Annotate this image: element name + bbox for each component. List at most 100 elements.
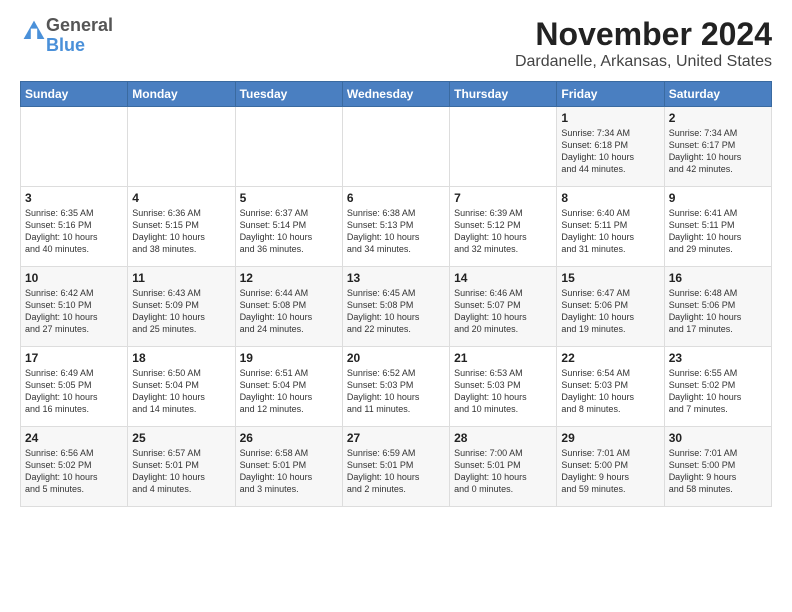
day-info: Sunrise: 6:53 AM Sunset: 5:03 PM Dayligh…	[454, 367, 552, 416]
day-info: Sunrise: 6:47 AM Sunset: 5:06 PM Dayligh…	[561, 287, 659, 336]
month-title: November 2024	[515, 16, 772, 53]
day-cell	[21, 107, 128, 187]
day-number: 30	[669, 431, 767, 445]
day-info: Sunrise: 7:34 AM Sunset: 6:17 PM Dayligh…	[669, 127, 767, 176]
day-info: Sunrise: 7:01 AM Sunset: 5:00 PM Dayligh…	[561, 447, 659, 496]
day-number: 9	[669, 191, 767, 205]
day-cell: 2 Sunrise: 7:34 AM Sunset: 6:17 PM Daylig…	[664, 107, 771, 187]
day-cell: 7Sunrise: 6:39 AM Sunset: 5:12 PM Daylig…	[450, 187, 557, 267]
day-info: Sunrise: 6:52 AM Sunset: 5:03 PM Dayligh…	[347, 367, 445, 416]
day-cell: 21 Sunrise: 6:53 AM Sunset: 5:03 PM Dayli…	[450, 347, 557, 427]
calendar-table: SundayMondayTuesdayWednesdayThursdayFrid…	[20, 81, 772, 507]
day-info: Sunrise: 7:00 AM Sunset: 5:01 PM Dayligh…	[454, 447, 552, 496]
column-header-sunday: Sunday	[21, 82, 128, 107]
day-cell: 22 Sunrise: 6:54 AM Sunset: 5:03 PM Dayli…	[557, 347, 664, 427]
day-number: 23	[669, 351, 767, 365]
day-number: 29	[561, 431, 659, 445]
day-number: 5	[240, 191, 338, 205]
day-cell: 25 Sunrise: 6:57 AM Sunset: 5:01 PM Dayli…	[128, 427, 235, 507]
title-block: November 2024 Dardanelle, Arkansas, Unit…	[515, 16, 772, 71]
day-cell: 30 Sunrise: 7:01 AM Sunset: 5:00 PM Dayli…	[664, 427, 771, 507]
day-number: 21	[454, 351, 552, 365]
week-row-3: 10Sunrise: 6:42 AM Sunset: 5:10 PM Dayli…	[21, 267, 772, 347]
day-number: 27	[347, 431, 445, 445]
day-info: Sunrise: 6:44 AM Sunset: 5:08 PM Dayligh…	[240, 287, 338, 336]
day-cell: 13Sunrise: 6:45 AM Sunset: 5:08 PM Dayli…	[342, 267, 449, 347]
day-info: Sunrise: 6:45 AM Sunset: 5:08 PM Dayligh…	[347, 287, 445, 336]
day-number: 16	[669, 271, 767, 285]
day-number: 14	[454, 271, 552, 285]
day-info: Sunrise: 6:37 AM Sunset: 5:14 PM Dayligh…	[240, 207, 338, 256]
day-info: Sunrise: 6:56 AM Sunset: 5:02 PM Dayligh…	[25, 447, 123, 496]
column-header-tuesday: Tuesday	[235, 82, 342, 107]
header-row: SundayMondayTuesdayWednesdayThursdayFrid…	[21, 82, 772, 107]
day-number: 19	[240, 351, 338, 365]
day-info: Sunrise: 6:40 AM Sunset: 5:11 PM Dayligh…	[561, 207, 659, 256]
day-cell: 14Sunrise: 6:46 AM Sunset: 5:07 PM Dayli…	[450, 267, 557, 347]
logo-blue: Blue	[46, 35, 85, 55]
logo-text: General Blue	[46, 16, 113, 56]
day-info: Sunrise: 6:57 AM Sunset: 5:01 PM Dayligh…	[132, 447, 230, 496]
day-cell: 3 Sunrise: 6:35 AM Sunset: 5:16 PM Daylig…	[21, 187, 128, 267]
day-cell: 18 Sunrise: 6:50 AM Sunset: 5:04 PM Dayli…	[128, 347, 235, 427]
day-number: 18	[132, 351, 230, 365]
day-number: 2	[669, 111, 767, 125]
week-row-4: 17 Sunrise: 6:49 AM Sunset: 5:05 PM Dayli…	[21, 347, 772, 427]
day-cell: 29 Sunrise: 7:01 AM Sunset: 5:00 PM Dayli…	[557, 427, 664, 507]
day-info: Sunrise: 6:42 AM Sunset: 5:10 PM Dayligh…	[25, 287, 123, 336]
day-info: Sunrise: 6:50 AM Sunset: 5:04 PM Dayligh…	[132, 367, 230, 416]
day-cell: 23Sunrise: 6:55 AM Sunset: 5:02 PM Dayli…	[664, 347, 771, 427]
day-info: Sunrise: 6:49 AM Sunset: 5:05 PM Dayligh…	[25, 367, 123, 416]
day-cell: 10Sunrise: 6:42 AM Sunset: 5:10 PM Dayli…	[21, 267, 128, 347]
day-cell: 11 Sunrise: 6:43 AM Sunset: 5:09 PM Dayli…	[128, 267, 235, 347]
day-info: Sunrise: 6:38 AM Sunset: 5:13 PM Dayligh…	[347, 207, 445, 256]
day-number: 20	[347, 351, 445, 365]
day-info: Sunrise: 7:34 AM Sunset: 6:18 PM Dayligh…	[561, 127, 659, 176]
column-header-thursday: Thursday	[450, 82, 557, 107]
day-number: 8	[561, 191, 659, 205]
day-info: Sunrise: 6:41 AM Sunset: 5:11 PM Dayligh…	[669, 207, 767, 256]
location: Dardanelle, Arkansas, United States	[515, 53, 772, 71]
logo-general: General	[46, 15, 113, 35]
column-header-monday: Monday	[128, 82, 235, 107]
day-number: 25	[132, 431, 230, 445]
day-cell	[128, 107, 235, 187]
header: General Blue November 2024 Dardanelle, A…	[20, 16, 772, 71]
day-cell: 28Sunrise: 7:00 AM Sunset: 5:01 PM Dayli…	[450, 427, 557, 507]
column-header-friday: Friday	[557, 82, 664, 107]
day-cell: 27 Sunrise: 6:59 AM Sunset: 5:01 PM Dayli…	[342, 427, 449, 507]
day-cell	[342, 107, 449, 187]
day-cell: 6 Sunrise: 6:38 AM Sunset: 5:13 PM Daylig…	[342, 187, 449, 267]
day-cell: 12 Sunrise: 6:44 AM Sunset: 5:08 PM Dayli…	[235, 267, 342, 347]
day-number: 24	[25, 431, 123, 445]
day-cell: 24 Sunrise: 6:56 AM Sunset: 5:02 PM Dayli…	[21, 427, 128, 507]
day-number: 22	[561, 351, 659, 365]
logo: General Blue	[20, 16, 113, 56]
day-info: Sunrise: 6:51 AM Sunset: 5:04 PM Dayligh…	[240, 367, 338, 416]
day-number: 11	[132, 271, 230, 285]
column-header-wednesday: Wednesday	[342, 82, 449, 107]
day-number: 17	[25, 351, 123, 365]
day-info: Sunrise: 6:36 AM Sunset: 5:15 PM Dayligh…	[132, 207, 230, 256]
logo-icon	[22, 19, 46, 43]
day-cell	[235, 107, 342, 187]
day-info: Sunrise: 6:59 AM Sunset: 5:01 PM Dayligh…	[347, 447, 445, 496]
day-info: Sunrise: 6:48 AM Sunset: 5:06 PM Dayligh…	[669, 287, 767, 336]
day-info: Sunrise: 6:39 AM Sunset: 5:12 PM Dayligh…	[454, 207, 552, 256]
day-info: Sunrise: 6:35 AM Sunset: 5:16 PM Dayligh…	[25, 207, 123, 256]
day-cell: 20 Sunrise: 6:52 AM Sunset: 5:03 PM Dayli…	[342, 347, 449, 427]
day-cell	[450, 107, 557, 187]
day-number: 12	[240, 271, 338, 285]
day-cell: 9 Sunrise: 6:41 AM Sunset: 5:11 PM Daylig…	[664, 187, 771, 267]
day-number: 4	[132, 191, 230, 205]
day-info: Sunrise: 7:01 AM Sunset: 5:00 PM Dayligh…	[669, 447, 767, 496]
day-number: 6	[347, 191, 445, 205]
day-number: 1	[561, 111, 659, 125]
day-cell: 16 Sunrise: 6:48 AM Sunset: 5:06 PM Dayli…	[664, 267, 771, 347]
day-number: 15	[561, 271, 659, 285]
column-header-saturday: Saturday	[664, 82, 771, 107]
day-info: Sunrise: 6:54 AM Sunset: 5:03 PM Dayligh…	[561, 367, 659, 416]
day-number: 3	[25, 191, 123, 205]
day-info: Sunrise: 6:43 AM Sunset: 5:09 PM Dayligh…	[132, 287, 230, 336]
day-number: 26	[240, 431, 338, 445]
